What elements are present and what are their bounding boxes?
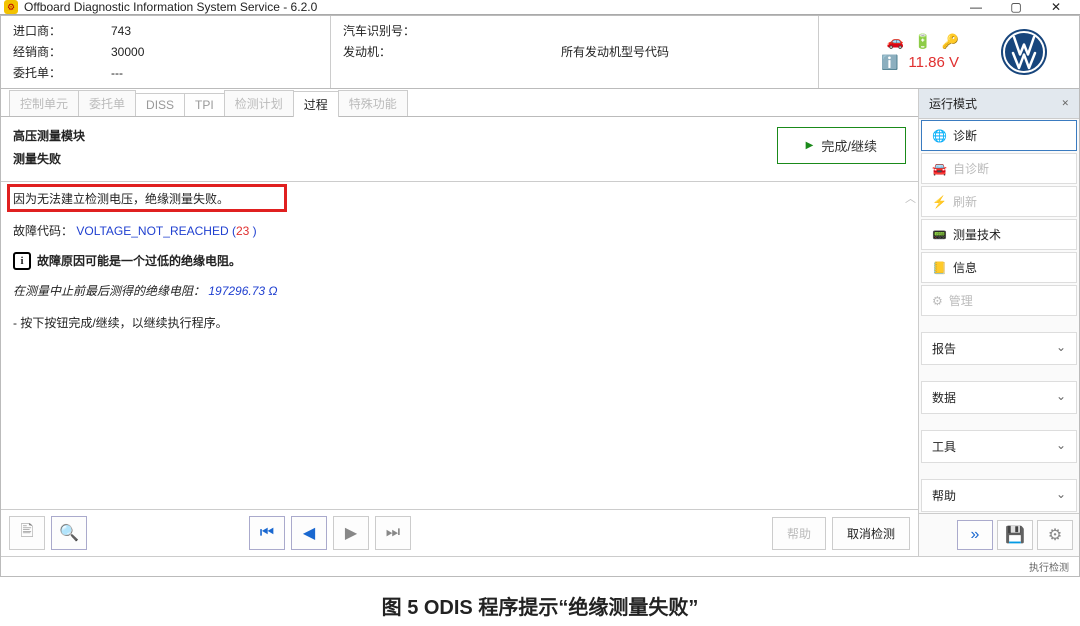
content-panel: 控制单元 委托单 DISS TPI 检测计划 过程 特殊功能 高压测量模块 测量… xyxy=(1,89,919,556)
expand-right-button[interactable]: » xyxy=(957,520,993,550)
fault-reason: 故障原因可能是一个过低的绝缘电阻。 xyxy=(37,250,241,272)
mode-self-diagnosis: 🚘 自诊断 xyxy=(921,153,1077,184)
dealer-label: 经销商： xyxy=(13,43,103,61)
brand-logo xyxy=(969,16,1079,88)
dealer-value: 30000 xyxy=(111,43,144,61)
scroll-up-icon[interactable]: ︿ xyxy=(905,188,916,210)
insulation-fail-msg: 因为无法建立检测电压，绝缘测量失败。 xyxy=(13,188,906,210)
app-icon xyxy=(4,0,18,14)
nav-last-button[interactable]: ⏭ xyxy=(375,516,411,550)
continue-button[interactable]: 完成/继续 xyxy=(777,127,906,164)
mode-measure-tech-label: 测量技术 xyxy=(953,226,1001,243)
module-title: 高压测量模块 xyxy=(13,127,777,144)
figure-caption: 图 5 ODIS 程序提示“绝缘测量失败” xyxy=(0,577,1080,626)
tab-bar: 控制单元 委托单 DISS TPI 检测计划 过程 特殊功能 xyxy=(1,89,918,117)
tab-diss[interactable]: DISS xyxy=(135,93,185,116)
importer-value: 743 xyxy=(111,22,131,40)
importer-label: 进口商： xyxy=(13,22,103,40)
tab-special[interactable]: 特殊功能 xyxy=(338,90,408,116)
vw-logo-icon xyxy=(999,27,1049,77)
settings-button[interactable]: ⚙ xyxy=(1037,520,1073,550)
key-icon: 🔑 xyxy=(942,33,959,50)
mode-diagnosis-label: 诊断 xyxy=(953,127,977,144)
measure-fail-title: 测量失败 xyxy=(13,150,777,167)
nav-next-button[interactable]: ▶ xyxy=(333,516,369,550)
help-button[interactable]: 帮助 xyxy=(772,517,826,550)
fault-code-text: VOLTAGE_NOT_REACHED ( xyxy=(76,224,236,238)
tab-control-unit[interactable]: 控制单元 xyxy=(9,90,79,116)
mode-flash: ⚡ 刷新 xyxy=(921,186,1077,217)
mode-diagnosis[interactable]: 🌐 诊断 xyxy=(921,120,1077,151)
mode-measure-tech[interactable]: 📟 测量技术 xyxy=(921,219,1077,250)
book-icon: 📒 xyxy=(932,261,947,275)
mode-info[interactable]: 📒 信息 xyxy=(921,252,1077,283)
mode-flash-label: 刷新 xyxy=(953,193,977,210)
app-shell: 进口商： 743 经销商： 30000 委托单： --- 汽车识别号： 发动机： 所有发… xyxy=(0,15,1080,577)
header-col-mid: 汽车识别号： 发动机： 所有发动机型号代码 xyxy=(331,16,819,88)
info-header: 进口商： 743 经销商： 30000 委托单： --- 汽车识别号： 发动机： 所有发… xyxy=(1,16,1079,89)
order-value: --- xyxy=(111,64,123,82)
mode-header[interactable]: 运行模式 xyxy=(919,89,1079,119)
cancel-detection-button[interactable]: 取消检测 xyxy=(832,517,910,550)
last-resistance-value: 197296.73 Ω xyxy=(208,284,277,298)
zoom-button[interactable]: 🔍 xyxy=(51,516,87,550)
tab-process[interactable]: 过程 xyxy=(293,91,339,117)
tab-order[interactable]: 委托单 xyxy=(78,90,136,116)
tab-plan[interactable]: 检测计划 xyxy=(224,90,294,116)
section-tools[interactable]: 工具 xyxy=(921,430,1077,463)
info-box-icon: i xyxy=(13,252,31,270)
save-button[interactable]: 💾 xyxy=(997,520,1033,550)
content-body: ︿ 因为无法建立检测电压，绝缘测量失败。 故障代码： VOLTAGE_NOT_R… xyxy=(1,182,918,509)
header-status: 🚗 🔋 🔑 ℹ️ 11.86 V xyxy=(819,16,969,88)
engine-label: 发动机： xyxy=(343,43,433,61)
window-minimize[interactable]: — xyxy=(956,0,996,14)
status-bar: 执行检测 xyxy=(1,556,1079,576)
voltage-value: 11.86 V xyxy=(908,54,959,71)
battery-icon: 🔋 xyxy=(914,33,931,50)
last-resistance-label: 在测量中止前最后测得的绝缘电阻： xyxy=(13,284,205,298)
window-titlebar: Offboard Diagnostic Information System S… xyxy=(0,0,1080,15)
mode-admin: ⚙ 管理 xyxy=(921,285,1077,316)
flash-icon: ⚡ xyxy=(932,195,947,209)
right-bottom-bar: » 💾 ⚙ xyxy=(919,513,1079,556)
right-panel: 运行模式 🌐 诊断 🚘 自诊断 ⚡ 刷新 📟 测量技术 📒 信息 ⚙ 管理 报告 数据 工具… xyxy=(919,89,1079,556)
car-icon: 🚗 xyxy=(887,33,904,50)
window-maximize[interactable]: ▢ xyxy=(996,0,1036,14)
tab-tpi[interactable]: TPI xyxy=(184,93,225,116)
window-close[interactable]: ✕ xyxy=(1036,0,1076,14)
engine-value: 所有发动机型号代码 xyxy=(561,43,669,61)
vin-label: 汽车识别号： xyxy=(343,22,433,40)
fault-code-number: 23 xyxy=(236,224,249,238)
doc-button-1[interactable]: 🖹 xyxy=(9,516,45,550)
order-label: 委托单： xyxy=(13,64,103,82)
mode-self-diagnosis-label: 自诊断 xyxy=(953,160,989,177)
section-data[interactable]: 数据 xyxy=(921,381,1077,414)
press-continue-text: - 按下按钮完成/继续，以继续执行程序。 xyxy=(13,312,906,334)
main-row: 控制单元 委托单 DISS TPI 检测计划 过程 特殊功能 高压测量模块 测量… xyxy=(1,89,1079,556)
fault-code-close: ) xyxy=(249,224,256,238)
nav-prev-button[interactable]: ◀ xyxy=(291,516,327,550)
mode-admin-label: 管理 xyxy=(949,292,973,309)
content-footer: 🖹 🔍 ⏮ ◀ ▶ ⏭ 帮助 取消检测 xyxy=(1,509,918,556)
header-col-left: 进口商： 743 经销商： 30000 委托单： --- xyxy=(1,16,331,88)
content-header: 高压测量模块 测量失败 完成/继续 xyxy=(1,117,918,182)
fault-code-label: 故障代码： xyxy=(13,224,73,238)
globe-icon: 🌐 xyxy=(932,129,947,143)
section-help[interactable]: 帮助 xyxy=(921,479,1077,512)
gear-icon: ⚙ xyxy=(932,294,943,308)
section-report[interactable]: 报告 xyxy=(921,332,1077,365)
info-icon[interactable]: ℹ️ xyxy=(881,54,898,71)
nav-first-button[interactable]: ⏮ xyxy=(249,516,285,550)
gauge-icon: 📟 xyxy=(932,228,947,242)
car-self-icon: 🚘 xyxy=(932,162,947,176)
window-title: Offboard Diagnostic Information System S… xyxy=(24,0,317,14)
mode-info-label: 信息 xyxy=(953,259,977,276)
